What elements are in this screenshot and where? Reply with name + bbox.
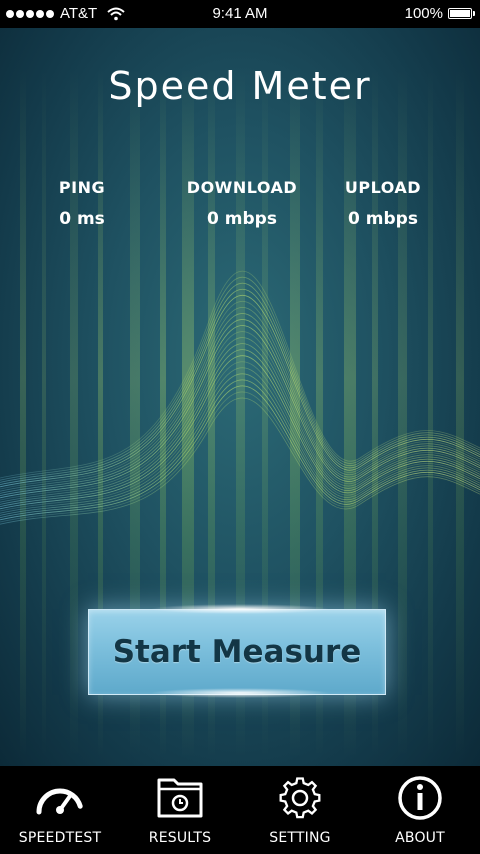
- main-area: Speed Meter PING 0 ms DOWNLOAD 0 mbps UP…: [0, 28, 480, 766]
- status-right: 100%: [404, 5, 475, 22]
- gear-icon: [279, 777, 321, 819]
- tab-setting[interactable]: SETTING: [240, 766, 360, 854]
- speedometer-icon: [36, 788, 84, 815]
- ping-label: PING: [58, 178, 106, 197]
- status-bar: AT&T 9:41 AM 100%: [0, 0, 480, 28]
- app-title: Speed Meter: [108, 64, 372, 108]
- battery-percent: 100%: [404, 5, 443, 22]
- tab-about[interactable]: ABOUT: [360, 766, 480, 854]
- ping-value: 0 ms: [59, 209, 105, 229]
- battery-icon: [448, 8, 475, 19]
- start-measure-button[interactable]: Start Measure: [88, 609, 386, 695]
- tab-bar: SPEEDTEST RESULTS SETTING ABOUT: [0, 766, 480, 854]
- ping-stat: PING 0 ms: [40, 178, 124, 229]
- tab-speedtest-label: SPEEDTEST: [18, 830, 102, 846]
- tab-about-label: ABOUT: [395, 830, 445, 846]
- tab-setting-label: SETTING: [269, 830, 331, 846]
- download-label: DOWNLOAD: [186, 178, 298, 197]
- tab-results-label: RESULTS: [148, 830, 212, 846]
- results-folder-icon: [157, 778, 203, 818]
- download-value: 0 mbps: [207, 209, 277, 229]
- info-icon: [398, 776, 442, 820]
- upload-value: 0 mbps: [348, 209, 418, 229]
- upload-label: UPLOAD: [344, 178, 422, 197]
- tab-results[interactable]: RESULTS: [120, 766, 240, 854]
- upload-stat: UPLOAD 0 mbps: [330, 178, 436, 229]
- download-stat: DOWNLOAD 0 mbps: [172, 178, 312, 229]
- tab-speedtest[interactable]: SPEEDTEST: [0, 766, 120, 854]
- app-screen: AT&T 9:41 AM 100% Speed Meter PING 0 ms …: [0, 0, 480, 854]
